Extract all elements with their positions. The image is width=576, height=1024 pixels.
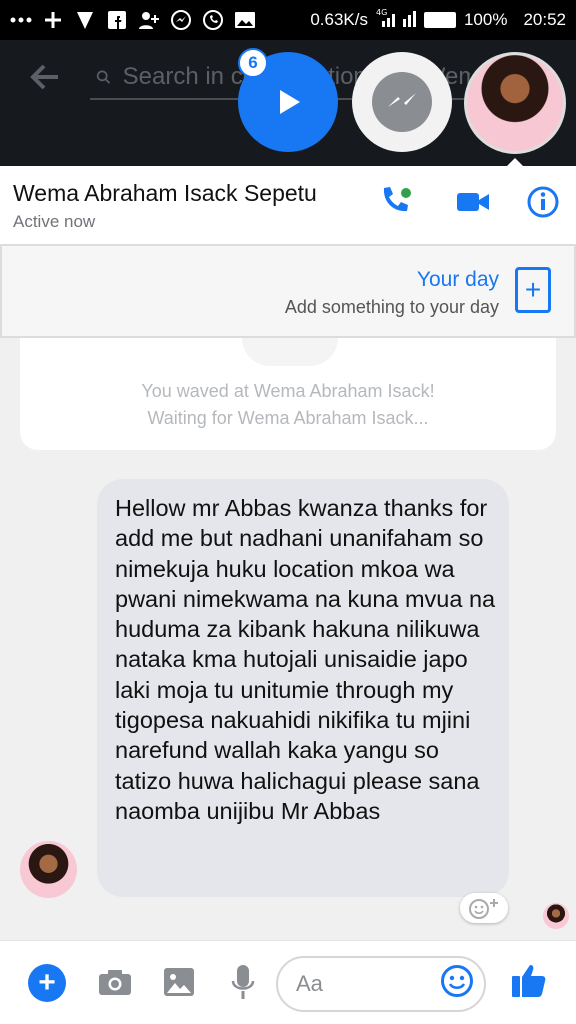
info-button[interactable] xyxy=(525,184,561,220)
facebook-icon xyxy=(106,9,128,31)
network-type: 4G xyxy=(376,8,387,17)
contact-chat-head[interactable] xyxy=(464,52,566,154)
message-placeholder: Aa xyxy=(296,971,323,996)
play-icon xyxy=(280,90,300,114)
seen-avatar xyxy=(543,903,569,929)
battery-icon xyxy=(423,12,456,28)
video-camera-icon xyxy=(457,193,489,211)
status-bar: 0.63K/s 4G 100% 20:52 xyxy=(0,0,576,40)
emoji-button[interactable] xyxy=(440,964,474,998)
phone-icon xyxy=(383,187,411,212)
voice-button[interactable] xyxy=(224,963,262,1001)
more-dots-icon xyxy=(10,9,32,31)
like-button[interactable] xyxy=(510,961,548,999)
wave-hand-icon xyxy=(242,338,338,366)
add-to-day-button[interactable]: + xyxy=(515,267,551,313)
gallery-icon xyxy=(234,9,256,31)
messenger-chat-head[interactable] xyxy=(352,52,452,152)
your-day-subtitle: Add something to your day xyxy=(284,297,499,317)
image-icon xyxy=(164,968,194,996)
messenger-icon xyxy=(170,9,192,31)
video-call-button[interactable] xyxy=(455,184,491,220)
add-reaction-icon xyxy=(469,899,498,919)
voice-call-button[interactable] xyxy=(378,184,414,220)
plus-icon xyxy=(42,9,64,31)
battery-level: 100% xyxy=(463,10,508,29)
signal-icon: 4G xyxy=(376,7,416,34)
contact-name[interactable]: Wema Abraham Isack Sepetu xyxy=(13,180,317,207)
shield-icon xyxy=(74,9,96,31)
back-arrow-icon[interactable] xyxy=(28,62,62,92)
plus-icon: + xyxy=(524,274,542,305)
your-day-title[interactable]: Your day xyxy=(417,268,499,292)
messenger-bolt-icon xyxy=(388,93,416,107)
active-status: Active now xyxy=(13,212,96,231)
add-contact-icon xyxy=(138,9,160,31)
camera-icon xyxy=(99,970,131,995)
more-actions-button[interactable]: + xyxy=(28,964,66,1002)
search-icon xyxy=(96,70,111,84)
clock: 20:52 xyxy=(523,10,566,29)
react-button[interactable] xyxy=(460,893,508,923)
wave-waiting: Waiting for Wema Abraham Isack... xyxy=(147,408,429,428)
microphone-icon xyxy=(231,965,255,999)
wave-message: You waved at Wema Abraham Isack! xyxy=(141,381,435,401)
notification-badge: 6 xyxy=(238,48,268,78)
camera-button[interactable] xyxy=(96,963,134,1001)
message-bubble[interactable]: Hellow mr Abbas kwanza thanks for add me… xyxy=(97,479,509,897)
info-icon xyxy=(527,186,559,218)
sender-avatar[interactable] xyxy=(20,841,77,898)
plus-icon: + xyxy=(38,966,56,999)
whatsapp-icon xyxy=(202,9,224,31)
gallery-button[interactable] xyxy=(160,963,198,1001)
emoji-icon xyxy=(441,965,473,997)
thumbs-up-icon xyxy=(512,965,546,997)
network-speed: 0.63K/s xyxy=(310,10,368,29)
